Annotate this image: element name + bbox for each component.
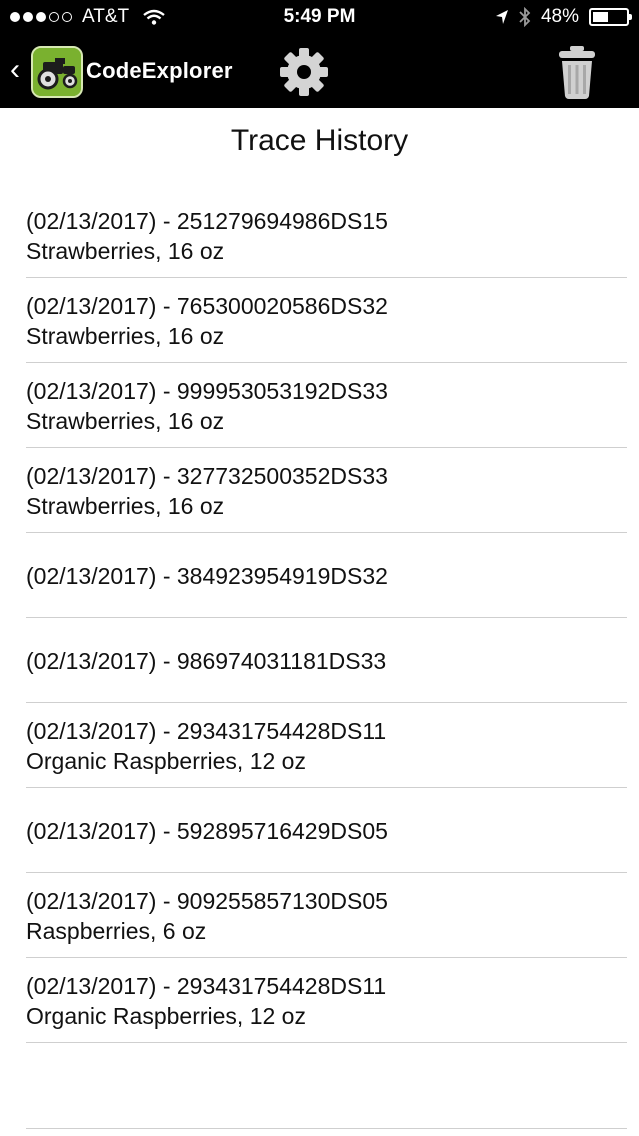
history-row-product: Organic Raspberries, 12 oz [26,1002,306,1029]
navigation-bar: ‹ CodeExplorer [0,36,639,108]
history-row[interactable]: (02/13/2017) - 592895716429DS05 [0,788,639,873]
history-row-product: Strawberries, 16 oz [26,492,225,519]
history-row-code: (02/13/2017) - 293431754428DS11 [26,972,387,999]
trash-icon[interactable] [556,44,598,100]
history-row-text: (02/13/2017) - 327732500352DS33 Strawberr… [26,448,388,533]
history-row[interactable]: (02/13/2017) - 909255857130DS05 Raspberri… [0,873,639,958]
history-row[interactable]: (02/13/2017) - 293431754428DS11 Organic R… [0,703,639,788]
history-row-text: (02/13/2017) - 909255857130DS05 Raspberri… [26,873,388,958]
history-row-text: (02/13/2017) - 999953053192DS33 Strawberr… [26,363,388,448]
history-row-code: (02/13/2017) - 909255857130DS05 [26,887,388,914]
history-row-text: (02/13/2017) - 384923954919DS32 [26,533,388,618]
app-title: CodeExplorer [86,58,233,83]
trace-history-list: (02/13/2017) - 251279694986DS15 Strawberr… [0,193,639,1043]
back-chevron-icon[interactable]: ‹ [10,52,20,88]
history-row-text: (02/13/2017) - 293431754428DS11 Organic R… [26,703,386,788]
location-arrow-icon [495,10,508,24]
history-row[interactable]: (02/13/2017) - 986974031181DS33 [0,618,639,703]
history-row-product: Raspberries, 6 oz [26,917,207,944]
history-row-code: (02/13/2017) - 592895716429DS05 [26,817,388,844]
gear-icon[interactable] [276,46,332,98]
status-right: 48% [495,6,632,28]
battery-fill [593,12,608,22]
history-row-text: (02/13/2017) - 251279694986DS15 Strawberr… [26,193,388,278]
history-row-text: (02/13/2017) - 986974031181DS33 [26,618,386,703]
history-row-text: (02/13/2017) - 293431754428DS11 Organic R… [26,958,386,1043]
history-row-code: (02/13/2017) - 384923954919DS32 [26,562,388,589]
tractor-icon [33,48,81,96]
battery-percent: 48% [540,6,579,27]
history-row[interactable]: (02/13/2017) - 251279694986DS15 Strawberr… [0,193,639,278]
history-row-code: (02/13/2017) - 986974031181DS33 [26,647,387,674]
page-title: Trace History [230,124,409,157]
history-row[interactable]: (02/13/2017) - 765300020586DS32 Strawberr… [0,278,639,363]
history-row[interactable]: (02/13/2017) - 327732500352DS33 Strawberr… [0,448,639,533]
status-bar: AT&T 5:49 PM 48% [0,0,639,36]
history-row-code: (02/13/2017) - 327732500352DS33 [26,462,388,489]
list-bottom-divider [26,1128,627,1129]
app-icon[interactable] [31,46,83,98]
history-row[interactable]: (02/13/2017) - 293431754428DS11 Organic R… [0,958,639,1043]
history-row-text: (02/13/2017) - 765300020586DS32 Strawberr… [26,278,388,363]
history-row-code: (02/13/2017) - 999953053192DS33 [26,377,388,404]
history-row-text: (02/13/2017) - 592895716429DS05 [26,788,388,873]
history-row-product: Strawberries, 16 oz [26,237,225,264]
top-bar: AT&T 5:49 PM 48% ‹ CodeExplorer [0,0,639,108]
history-row-product: Organic Raspberries, 12 oz [26,747,306,774]
history-row[interactable]: (02/13/2017) - 384923954919DS32 [0,533,639,618]
history-row-product: Strawberries, 16 oz [26,322,225,349]
history-row-code: (02/13/2017) - 765300020586DS32 [26,292,388,319]
history-row[interactable]: (02/13/2017) - 999953053192DS33 Strawberr… [0,363,639,448]
bluetooth-icon [519,7,531,27]
battery-icon [589,8,632,26]
history-row-product: Strawberries, 16 oz [26,407,225,434]
history-row-code: (02/13/2017) - 293431754428DS11 [26,717,387,744]
history-row-code: (02/13/2017) - 251279694986DS15 [26,207,388,234]
